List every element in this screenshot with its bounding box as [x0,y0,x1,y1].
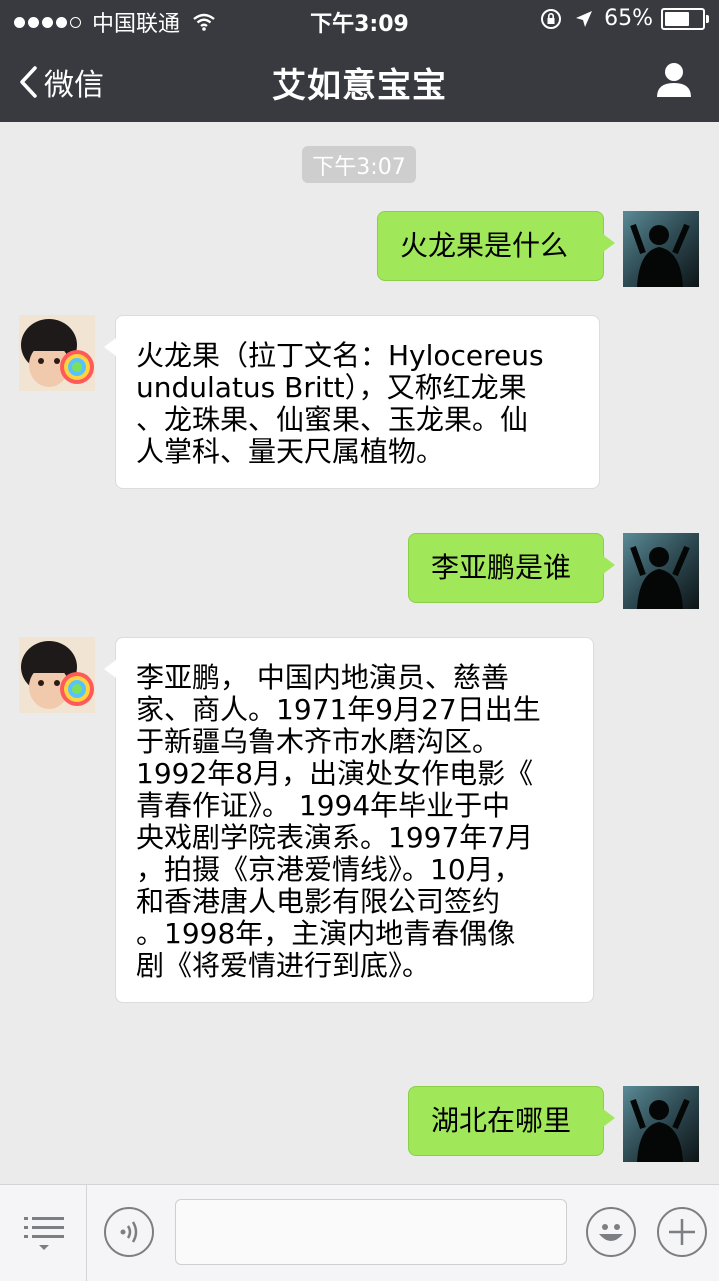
message-line: 和香港唐人电影有限公司签约 [136,885,501,918]
message-text: 李亚鹏是谁 [431,551,572,584]
message-line: 家、商人。1971年9月27日出生 [136,693,541,726]
child-with-lollipop-avatar-image [19,637,95,713]
message-line: 、龙珠果、仙蜜果、玉龙果。仙 [136,403,529,436]
outgoing-message-bubble[interactable]: 李亚鹏是谁 [408,533,615,603]
emoji-button[interactable] [586,1207,636,1257]
person-icon [657,63,691,97]
toolbar-divider [86,1185,87,1281]
silhouette-avatar-image [623,533,699,609]
message-input[interactable] [175,1199,567,1265]
my-avatar[interactable] [623,1086,699,1162]
bot-avatar[interactable] [19,315,95,391]
incoming-message-bubble[interactable]: 李亚鹏， 中国内地演员、慈善 家、商人。1971年9月27日出生 于新疆乌鲁木齐… [104,637,594,1003]
plus-icon [669,1219,695,1245]
battery-percent: 65% [604,6,653,31]
message-line: ，拍摄《京港爱情线》。10月， [136,853,522,886]
message-line: 人掌科、量天尺属植物。 [136,435,445,468]
nav-bar: 微信 艾如意宝宝 [0,40,719,122]
location-arrow-icon [576,10,593,27]
voice-icon [120,1221,138,1243]
emoji-icon [599,1224,623,1241]
silhouette-avatar-image [623,211,699,287]
battery-icon [661,7,709,30]
contact-profile-button[interactable] [655,60,693,102]
message-line: 李亚鹏， 中国内地演员、慈善 [136,661,509,694]
message-line: 青春作证》。 1994年毕业于中 [136,789,511,822]
incoming-message-bubble[interactable]: 火龙果（拉丁文名：Hylocereus undulatus Britt），又称红… [104,315,600,489]
outgoing-message-bubble[interactable]: 湖北在哪里 [408,1086,615,1156]
bot-avatar[interactable] [19,637,95,713]
my-avatar[interactable] [623,533,699,609]
message-line: 火龙果（拉丁文名：Hylocereus [136,339,544,372]
message-line: 央戏剧学院表演系。1997年7月 [136,821,534,854]
chat-title: 艾如意宝宝 [272,66,447,106]
more-button[interactable] [657,1207,707,1257]
voice-button[interactable] [104,1207,154,1257]
top-bar: 中国联通 下午3:09 65% 微信 艾如意宝宝 [0,0,719,122]
message-line: 1992年8月，出演处女作电影《 [136,757,534,790]
list-icon [24,1217,64,1250]
rotation-lock-icon [541,8,562,29]
child-with-lollipop-avatar-image [19,315,95,391]
message-text: 湖北在哪里 [431,1104,572,1137]
message-line: undulatus Britt），又称红龙果 [136,371,527,404]
silhouette-avatar-image [623,1086,699,1162]
message-text: 火龙果是什么 [400,229,569,262]
message-line: 剧《将爱情进行到底》。 [136,949,431,982]
status-bar: 中国联通 下午3:09 65% [0,0,719,40]
message-timestamp: 下午3:07 [302,146,416,183]
chat-area[interactable]: 下午3:07 火龙果是什么 火龙果（拉丁文名：Hylocereus undula… [0,122,719,1184]
menu-toggle-button[interactable] [24,1215,64,1257]
my-avatar[interactable] [623,211,699,287]
message-line: 于新疆乌鲁木齐市水磨沟区。 [136,725,501,758]
input-toolbar [0,1184,719,1281]
outgoing-message-bubble[interactable]: 火龙果是什么 [377,211,615,281]
message-line: 。1998年，主演内地青春偶像 [136,917,516,950]
